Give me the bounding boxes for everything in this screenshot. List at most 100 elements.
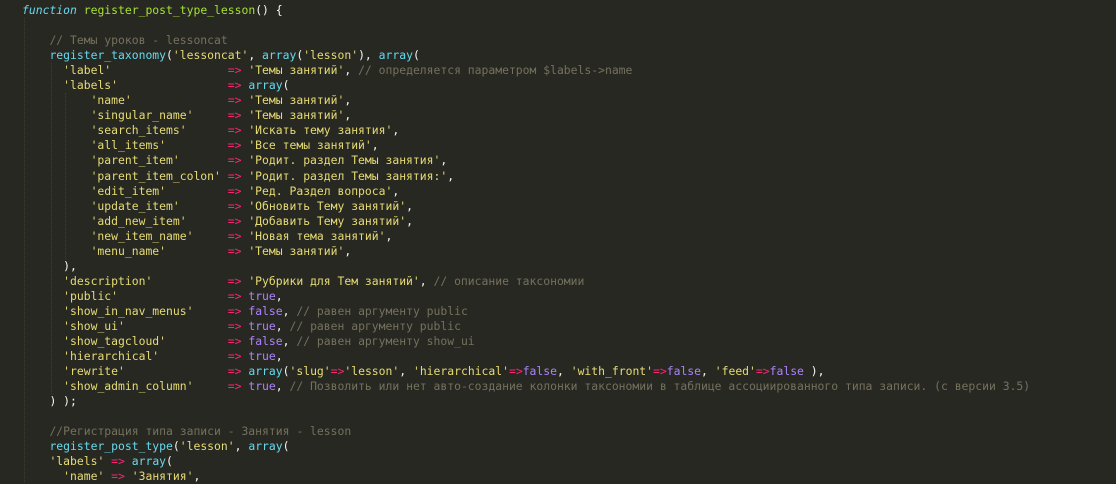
string-token: 'labels' [49,454,105,469]
plain-token: ), [803,364,825,379]
code-line: 'show_admin_column' => true, // Позволит… [22,379,1112,394]
plain-token: , [344,243,352,258]
code-line: 'singular_name' => 'Темы занятий', [22,108,1112,123]
operator-token: => [227,183,242,198]
comment-token: //Регистрация типа записи - Занятия - le… [49,424,352,439]
indent-guide [65,93,67,259]
string-token: 'Обновить Тему занятий' [248,198,407,213]
plain-token: , [701,364,715,379]
plain-token: , [392,183,400,198]
code-line: register_taxonomy('lessoncat', array('le… [22,48,1112,63]
plain-token: ( [412,48,420,63]
plain-token: , [344,93,352,108]
operator-token: => [227,198,242,213]
code-line: 'all_items' => 'Все темы занятий', [22,138,1112,153]
operator-token: => [227,93,242,108]
string-token: 'label' [63,63,112,78]
code-line: //Регистрация типа записи - Занятия - le… [22,424,1112,439]
operator-token: => [508,364,523,379]
plain-token: () { [255,3,283,17]
string-token: 'Ред. Раздел вопроса' [248,183,393,198]
code-editor[interactable]: function register_post_type_lesson() { /… [0,0,1116,484]
string-token: 'show_tagcloud' [63,334,167,349]
code-line: function register_post_type_lesson() { [22,3,1112,18]
plain-token: , [282,334,297,349]
plain-token: , [406,198,413,213]
string-token: 'lessoncat' [172,48,249,63]
code-line: 'search_items' => 'Искать тему занятия', [22,123,1112,138]
constant-token: true [248,318,276,333]
builtin-function-token: array [248,364,283,379]
plain-token: , [392,123,400,138]
code-area[interactable]: function register_post_type_lesson() { /… [22,3,1112,484]
operator-token: => [227,364,242,379]
string-token: 'name' [90,93,132,108]
plain-token: ( [166,48,173,63]
code-line: 'description' => 'Рубрики для Тем заняти… [22,274,1112,289]
code-line: 'labels' => array( [22,78,1112,93]
operator-token: => [111,469,125,484]
operator-token: => [653,364,667,379]
operator-token: => [227,108,242,123]
code-line: 'rewrite' => array('slug'=>'lesson', 'hi… [22,364,1112,379]
operator-token: => [227,78,242,93]
plain-token: , [344,63,359,78]
string-token: 'Темы занятий' [248,63,345,78]
operator-token: => [227,303,242,318]
code-line: 'name' => 'Темы занятий', [22,93,1112,108]
string-token: 'Добавить Тему занятий' [248,213,407,228]
string-token: 'rewrite' [63,364,125,379]
string-token: 'add_new_item' [90,213,187,228]
string-token: 'parent_item_colon' [90,168,221,183]
comment-token: // определяется параметром $labels->name [358,63,633,78]
operator-token: => [227,349,242,364]
plain-token: , [248,48,263,63]
plain-token: , [371,138,379,153]
plain-token: ( [282,364,290,379]
string-token: 'Занятия' [131,469,194,484]
constant-token: false [248,334,283,349]
plain-token: , [275,349,283,364]
code-line: 'show_ui' => true, // равен аргументу pu… [22,319,1112,334]
plain-token: ), [358,48,379,63]
function-name-token: register_post_type_lesson [83,3,256,17]
plain-token: , [406,213,413,228]
constant-token: true [248,288,276,303]
plain-token: ( [172,439,180,454]
constant-token: true [248,379,276,394]
comment-token: // равен аргументу public [289,318,461,333]
plain-token: , [344,108,352,123]
operator-token: => [227,138,242,153]
string-token: 'update_item' [90,198,180,213]
code-line: 'labels' => array( [22,454,1112,469]
builtin-function-token: array [378,48,413,63]
string-token: 'show_in_nav_menus' [63,303,194,318]
operator-token: => [227,123,242,138]
string-token: 'Новая тема занятий' [248,228,386,243]
string-token: 'with_front' [570,364,654,379]
string-token: 'singular_name' [90,108,194,123]
constant-token: false [522,364,557,379]
plain-token: ( [282,439,290,454]
operator-token: => [227,273,242,288]
string-token: 'Родит. раздел Темы занятия:' [248,168,448,183]
